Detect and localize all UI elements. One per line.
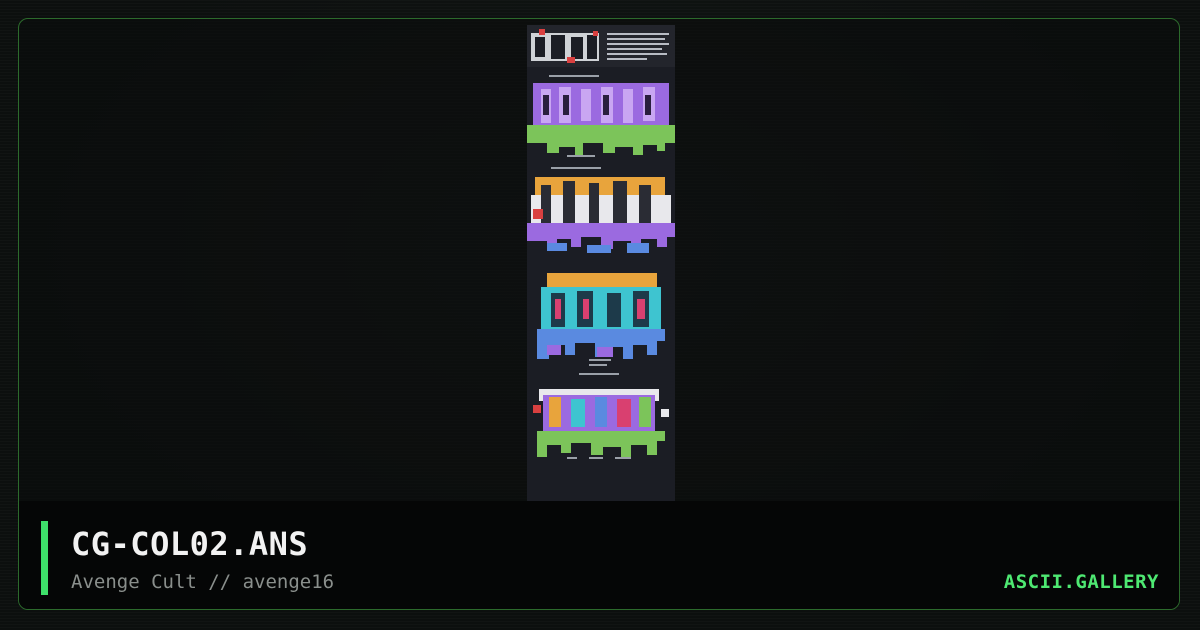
ansi-art-graphic — [527, 25, 675, 505]
ogcard-page: CG-COL02.ANS Avenge Cult // avenge16 ASC… — [0, 0, 1200, 630]
accent-bar — [41, 521, 48, 595]
site-brand-link[interactable]: ASCII.GALLERY — [1004, 571, 1159, 593]
art-section-1 — [527, 25, 675, 67]
artwork-filename: CG-COL02.ANS — [71, 525, 309, 563]
info-footer: CG-COL02.ANS Avenge Cult // avenge16 ASC… — [19, 501, 1179, 609]
ansi-art-thumbnail[interactable] — [527, 25, 675, 505]
card-frame: CG-COL02.ANS Avenge Cult // avenge16 ASC… — [18, 18, 1180, 610]
artwork-byline: Avenge Cult // avenge16 — [71, 571, 335, 593]
